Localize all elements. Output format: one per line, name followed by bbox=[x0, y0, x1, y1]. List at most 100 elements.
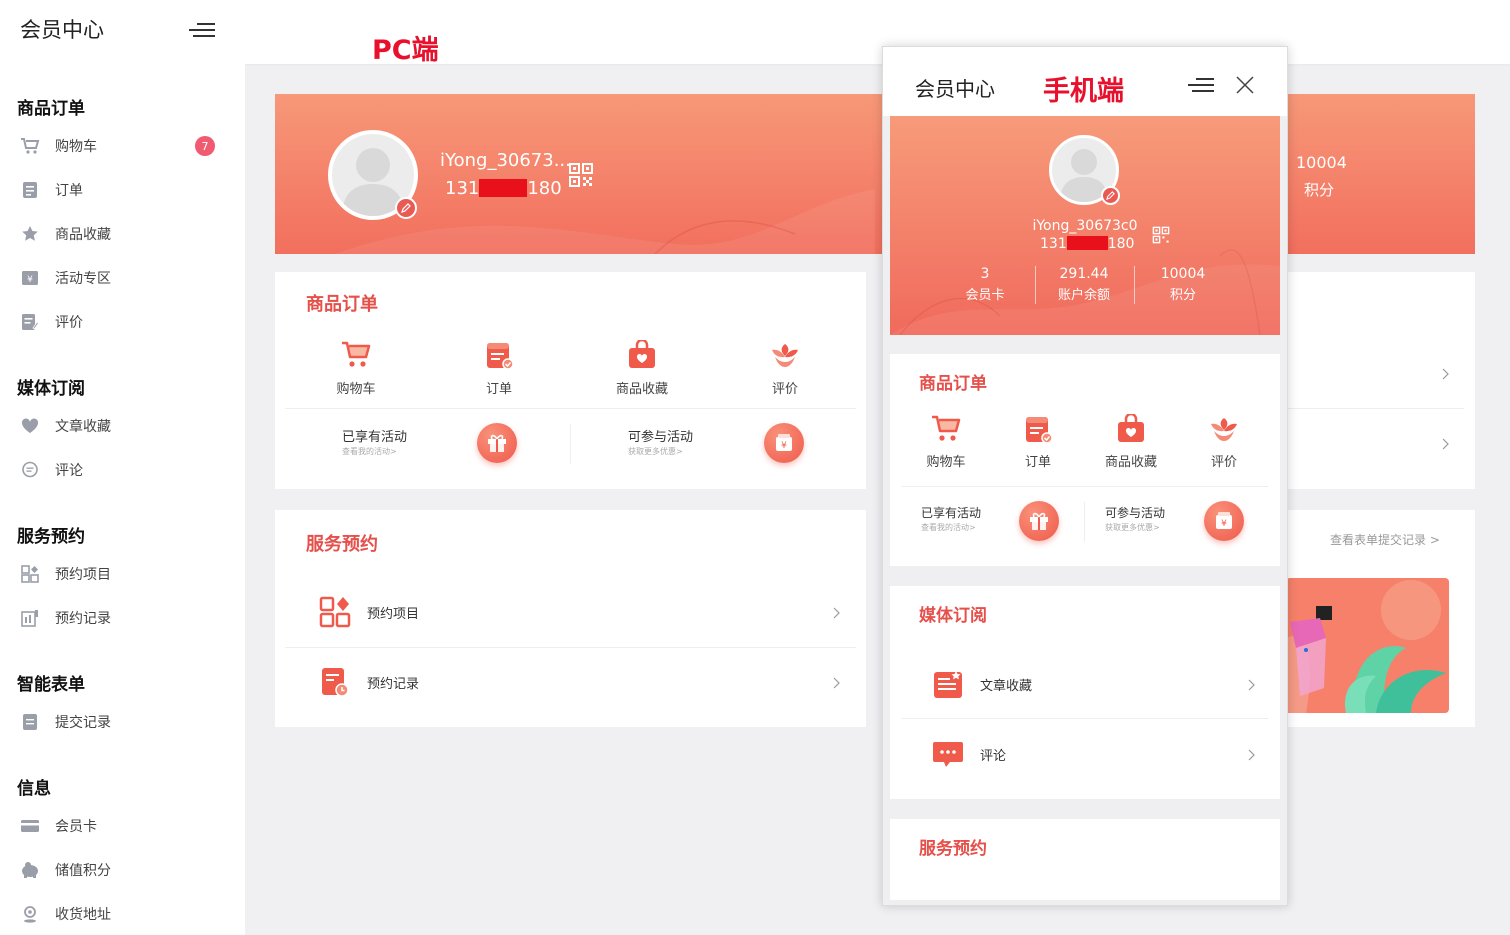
available-activity-link[interactable]: 获取更多优惠> bbox=[628, 446, 683, 457]
mobile-service-card: 服务预约 bbox=[890, 819, 1280, 900]
grid-icon bbox=[20, 564, 40, 584]
points-stat[interactable]: 10004 积分 bbox=[1133, 266, 1233, 303]
sidebar-item-activity[interactable]: ¥ 活动专区 bbox=[20, 265, 225, 291]
mobile-review-button[interactable]: 评价 bbox=[1184, 414, 1264, 470]
gift-icon[interactable] bbox=[1019, 501, 1059, 541]
order-icon bbox=[20, 180, 40, 200]
sidebar-item-label: 提交记录 bbox=[55, 715, 111, 731]
phone-number: 131 180 bbox=[445, 178, 562, 199]
chevron-right-icon[interactable] bbox=[1442, 438, 1450, 450]
sidebar-item-label: 文章收藏 bbox=[55, 419, 111, 435]
favorite-bag-icon bbox=[629, 338, 655, 368]
stat-value: 291.44 bbox=[1059, 266, 1109, 282]
order-icon bbox=[1026, 417, 1053, 444]
mobile-phone-number: 131 180 bbox=[1040, 236, 1134, 252]
gift-icon[interactable] bbox=[477, 423, 517, 463]
divider bbox=[1084, 502, 1085, 542]
phone-suffix: 180 bbox=[527, 178, 562, 199]
profile-banner: iYong_30673... 131 180 10004 积分 bbox=[275, 94, 1475, 254]
booking-records-row[interactable]: 预约记录 bbox=[319, 666, 844, 698]
sidebar-item-label: 预约项目 bbox=[55, 567, 111, 583]
username: iYong_30673... bbox=[440, 150, 571, 171]
mobile-label: 手机端 bbox=[1043, 76, 1124, 107]
grid-icon bbox=[319, 596, 351, 628]
location-icon bbox=[20, 904, 40, 924]
comments-row[interactable]: 评论 bbox=[932, 738, 1252, 770]
chevron-right-icon[interactable] bbox=[833, 607, 841, 619]
sidebar-item-label: 活动专区 bbox=[55, 271, 111, 287]
coupon-icon[interactable]: ¥ bbox=[764, 423, 804, 463]
chevron-right-icon[interactable] bbox=[833, 677, 841, 689]
icon-label: 评价 bbox=[771, 382, 798, 397]
available-activity-title[interactable]: 可参与活动 bbox=[1105, 504, 1165, 521]
qr-code-icon[interactable] bbox=[1152, 226, 1170, 244]
points-value: 10004 bbox=[1296, 153, 1347, 172]
sidebar-section-title: 信息 bbox=[17, 779, 51, 799]
service-card: 服务预约 预约项目 预约记录 bbox=[275, 510, 866, 727]
enjoyed-activity-title[interactable]: 已享有活动 bbox=[342, 426, 407, 445]
enjoyed-activity-link[interactable]: 查看我的活动> bbox=[342, 446, 397, 457]
favorite-bag-icon bbox=[1118, 412, 1144, 442]
available-activity-link[interactable]: 获取更多优惠> bbox=[1105, 522, 1160, 533]
orders-list-button[interactable]: 订单 bbox=[449, 340, 549, 397]
booking-items-row[interactable]: 预约项目 bbox=[319, 596, 844, 628]
star-icon bbox=[20, 224, 40, 244]
coupon-icon[interactable]: ¥ bbox=[1204, 501, 1244, 541]
sidebar-item-label: 订单 bbox=[55, 183, 83, 199]
sidebar-section-title: 服务预约 bbox=[17, 527, 85, 547]
sidebar-item-address[interactable]: 收货地址 bbox=[20, 901, 225, 927]
orders-favorites-button[interactable]: 商品收藏 bbox=[592, 338, 692, 397]
menu-toggle-icon[interactable] bbox=[189, 20, 215, 40]
available-activity-title[interactable]: 可参与活动 bbox=[628, 426, 693, 445]
enjoyed-activity-link[interactable]: 查看我的活动> bbox=[921, 522, 976, 533]
icon-label: 评价 bbox=[1210, 455, 1237, 470]
record-icon bbox=[20, 608, 40, 628]
member-card-stat[interactable]: 3 会员卡 bbox=[935, 266, 1035, 303]
edit-profile-icon[interactable] bbox=[1101, 186, 1120, 205]
sidebar-item-cart[interactable]: 购物车 7 bbox=[20, 133, 225, 159]
orders-review-button[interactable]: 评价 bbox=[735, 340, 835, 397]
mobile-cart-button[interactable]: 购物车 bbox=[906, 414, 986, 470]
orders-cart-button[interactable]: 购物车 bbox=[306, 340, 406, 397]
card-icon bbox=[20, 816, 40, 836]
phone-prefix: 131 bbox=[1040, 236, 1067, 252]
sidebar-item-comments[interactable]: 评论 bbox=[20, 457, 225, 483]
sidebar-item-favorites[interactable]: 商品收藏 bbox=[20, 221, 225, 247]
sidebar-item-orders[interactable]: 订单 bbox=[20, 177, 225, 203]
mobile-orders-button[interactable]: 订单 bbox=[998, 414, 1078, 470]
icon-label: 订单 bbox=[485, 382, 512, 397]
sidebar-item-booking-items[interactable]: 预约项目 bbox=[20, 561, 225, 587]
edit-profile-icon[interactable] bbox=[395, 197, 417, 219]
chevron-right-icon[interactable] bbox=[1248, 679, 1256, 691]
mobile-media-card: 媒体订阅 文章收藏 评论 bbox=[890, 586, 1280, 799]
enjoyed-activity-title[interactable]: 已享有活动 bbox=[921, 504, 981, 521]
chevron-right-icon[interactable] bbox=[1442, 368, 1450, 380]
mobile-menu-icon[interactable] bbox=[1188, 76, 1214, 96]
sidebar-item-label: 购物车 bbox=[55, 139, 97, 155]
comment-icon bbox=[20, 460, 40, 480]
sidebar-item-booking-records[interactable]: 预约记录 bbox=[20, 605, 225, 631]
stat-value: 10004 bbox=[1160, 266, 1206, 282]
article-favorites-row[interactable]: 文章收藏 bbox=[932, 668, 1252, 700]
sidebar-item-member-card[interactable]: 会员卡 bbox=[20, 813, 225, 839]
sidebar-item-review[interactable]: 评价 bbox=[20, 309, 225, 335]
qr-code-icon[interactable] bbox=[568, 162, 594, 188]
form-illustration bbox=[1286, 578, 1449, 713]
phone-suffix: 180 bbox=[1107, 236, 1135, 252]
heart-icon bbox=[20, 416, 40, 436]
sidebar-item-submissions[interactable]: 提交记录 bbox=[20, 709, 225, 735]
svg-text:¥: ¥ bbox=[1221, 519, 1227, 529]
row-label: 预约项目 bbox=[367, 606, 420, 622]
cart-count-badge: 7 bbox=[195, 136, 215, 156]
cart-icon bbox=[20, 136, 40, 156]
close-icon[interactable] bbox=[1235, 75, 1255, 95]
sidebar-item-article-favorites[interactable]: 文章收藏 bbox=[20, 413, 225, 439]
sidebar-item-points[interactable]: 储值积分 bbox=[20, 857, 225, 883]
sidebar-item-label: 评论 bbox=[55, 463, 83, 479]
balance-stat[interactable]: 291.44 账户余额 bbox=[1034, 266, 1134, 303]
form-records-link[interactable]: 查看表单提交记录 > bbox=[1330, 531, 1440, 548]
media-card-pc bbox=[1286, 272, 1475, 489]
chevron-right-icon[interactable] bbox=[1248, 749, 1256, 761]
mobile-orders-card: 商品订单 购物车 订单 商品收藏 评价 已享有活动 查看我的活动> 可参与活动 … bbox=[890, 354, 1280, 566]
mobile-favorites-button[interactable]: 商品收藏 bbox=[1091, 412, 1171, 470]
